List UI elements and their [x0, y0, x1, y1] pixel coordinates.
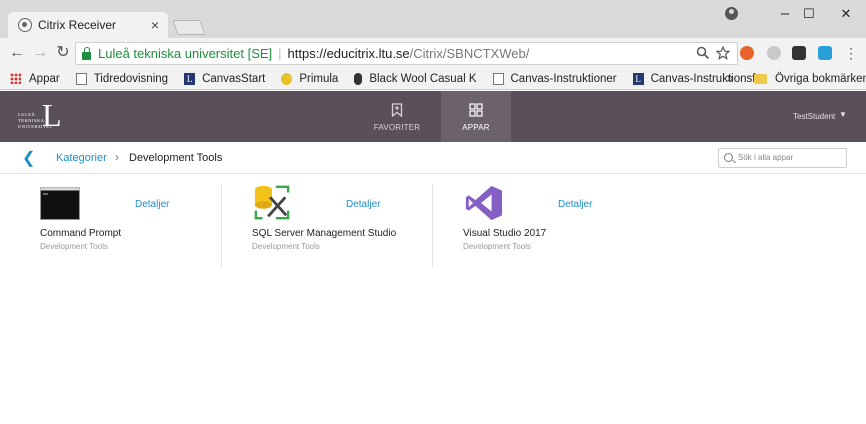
citrix-header: L LULEÅ TEKNISKA UNIVERSITET FAVORITER A…	[0, 91, 866, 142]
ltu-icon: L	[184, 72, 196, 85]
browser-titlebar: Citrix Receiver × – ☐ ✕	[0, 0, 866, 38]
back-arrow-icon[interactable]: ←	[6, 42, 28, 64]
bookmark-label: Primula	[299, 72, 339, 85]
zoom-icon[interactable]	[696, 46, 710, 60]
ltu-icon: L	[632, 72, 644, 85]
bookmark-label: Canvas-Instruktioner	[510, 72, 617, 85]
reload-icon[interactable]: ↻	[52, 42, 74, 64]
bookmark-star-icon[interactable]	[716, 46, 730, 60]
search-placeholder: Sök i alla appar	[738, 153, 794, 162]
breadcrumb-kategorier[interactable]: Kategorier	[56, 152, 107, 164]
tab-label: FAVORITER	[373, 123, 421, 132]
bookmark-black-wool[interactable]: Black Wool Casual K	[354, 72, 477, 85]
details-link[interactable]: Detaljer	[558, 199, 592, 210]
profile-icon[interactable]	[725, 7, 738, 20]
tab-appar[interactable]: APPAR	[441, 91, 511, 142]
bookmarks-overflow-icon[interactable]: »	[727, 71, 734, 85]
new-tab-button[interactable]	[172, 20, 206, 35]
extension-refresh-icon[interactable]	[818, 46, 832, 60]
breadcrumb: ❮ Kategorier › Development Tools Sök i a…	[0, 142, 866, 174]
app-name: Command Prompt	[40, 228, 122, 239]
visual-studio-icon	[465, 185, 502, 221]
forward-arrow-icon[interactable]: →	[29, 42, 51, 64]
extension-puzzle-icon[interactable]	[792, 46, 806, 60]
extension-leaf-icon[interactable]	[767, 46, 781, 60]
tab-favoriter[interactable]: FAVORITER	[362, 91, 432, 142]
lock-icon	[82, 46, 91, 60]
sql-server-icon	[254, 185, 290, 220]
app-tile-command-prompt[interactable]: Command Prompt Development Tools Detalje…	[40, 184, 250, 268]
app-category: Development Tools	[252, 242, 320, 251]
chevron-right-icon: ›	[115, 150, 119, 164]
logo-text: LULEÅ TEKNISKA UNIVERSITET	[18, 112, 53, 129]
details-link[interactable]: Detaljer	[135, 199, 169, 210]
back-chevron-icon[interactable]: ❮	[22, 148, 35, 168]
bookmark-label: Black Wool Casual K	[369, 72, 477, 85]
bookmark-appar[interactable]: Appar	[10, 73, 60, 85]
app-tile-sql-server[interactable]: SQL Server Management Studio Development…	[252, 184, 462, 268]
page-icon	[492, 72, 504, 85]
app-category: Development Tools	[463, 242, 531, 251]
tile-divider	[221, 184, 222, 268]
details-link[interactable]: Detaljer	[346, 199, 380, 210]
microphone-icon	[354, 72, 363, 85]
browser-tab[interactable]: Citrix Receiver ×	[8, 12, 168, 38]
url-path: /Citrix/SBNCTXWeb/	[409, 46, 530, 61]
primula-icon	[281, 72, 293, 85]
url-host: https://educitrix.ltu.se	[287, 46, 410, 61]
bookmarks-bar: Appar Tidredovisning L CanvasStart Primu…	[0, 68, 866, 90]
bookmark-primula[interactable]: Primula	[281, 72, 339, 85]
app-tile-visual-studio[interactable]: Visual Studio 2017 Development Tools Det…	[463, 184, 673, 268]
tab-label: APPAR	[462, 123, 490, 132]
citrix-favicon-icon	[18, 18, 32, 32]
tab-title: Citrix Receiver	[38, 18, 117, 32]
bookmark-canvas-instruktioner[interactable]: Canvas-Instruktioner	[492, 72, 617, 85]
chevron-down-icon[interactable]: ▼	[839, 110, 847, 119]
bookmark-label: CanvasStart	[202, 72, 266, 85]
command-prompt-icon	[40, 187, 80, 220]
tab-close-icon[interactable]: ×	[151, 17, 159, 33]
app-name: Visual Studio 2017	[463, 228, 547, 239]
tile-divider	[432, 184, 433, 268]
other-bookmarks-label: Övriga bokmärken	[775, 73, 866, 85]
bookmark-label: Appar	[29, 72, 60, 85]
breadcrumb-current: Development Tools	[129, 152, 223, 164]
folder-icon	[754, 74, 767, 84]
search-icon	[724, 153, 733, 162]
extension-flame-icon[interactable]	[740, 46, 754, 60]
bookmark-canvas-instruktionsf[interactable]: L Canvas-Instruktionsf	[632, 72, 756, 85]
chrome-menu-icon[interactable]: ⋮	[840, 42, 862, 64]
apps-grid-icon	[10, 73, 21, 84]
bookmark-label: Canvas-Instruktionsf	[650, 72, 756, 85]
secure-site-label: Luleå tekniska universitet [SE]	[98, 46, 273, 61]
browser-toolbar: ← → ↻ Luleå tekniska universitet [SE] | …	[0, 38, 866, 68]
other-bookmarks[interactable]: Övriga bokmärken	[754, 73, 866, 85]
bookmark-icon	[391, 103, 403, 117]
user-menu[interactable]: TestStudent	[793, 112, 835, 121]
page-icon	[75, 72, 87, 85]
app-name: SQL Server Management Studio	[252, 228, 397, 239]
bookmark-canvasstart[interactable]: L CanvasStart	[184, 72, 266, 85]
bookmark-label: Tidredovisning	[93, 72, 169, 85]
app-category: Development Tools	[40, 242, 108, 251]
address-bar[interactable]: Luleå tekniska universitet [SE] | https:…	[75, 42, 738, 65]
url-separator: |	[278, 46, 282, 61]
maximize-button[interactable]: ☐	[789, 4, 829, 24]
ltu-logo: L LULEÅ TEKNISKA UNIVERSITET	[18, 97, 78, 135]
close-window-button[interactable]: ✕	[826, 4, 866, 24]
search-input[interactable]: Sök i alla appar	[718, 148, 847, 168]
bookmark-tidredovisning[interactable]: Tidredovisning	[75, 72, 169, 85]
apps-grid-icon	[469, 103, 483, 117]
